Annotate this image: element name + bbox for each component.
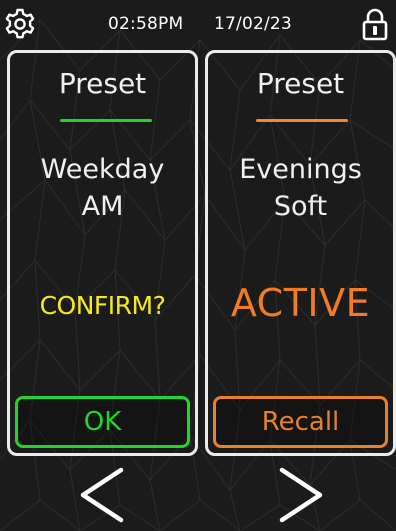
preset-name-line2: AM <box>81 191 124 222</box>
preset-panel-left: Preset Weekday AM CONFIRM? OK <box>7 50 198 456</box>
preset-title: Preset <box>58 67 147 100</box>
preset-name-line1: Weekday <box>40 154 165 185</box>
preset-name: Evenings Soft <box>208 151 393 225</box>
preset-name: Weekday AM <box>10 151 195 225</box>
chevron-left-icon[interactable] <box>75 466 131 524</box>
preset-title: Preset <box>256 67 345 100</box>
preset-name-line2: Soft <box>273 191 328 222</box>
gear-icon[interactable] <box>4 7 36 41</box>
chevron-right-icon[interactable] <box>272 466 328 524</box>
active-status: ACTIVE <box>230 281 371 325</box>
status-bar: 02:58PM 17/02/23 <box>0 0 396 48</box>
confirm-status: CONFIRM? <box>39 291 166 320</box>
recall-button[interactable]: Recall <box>213 396 388 448</box>
preset-name-line1: Evenings <box>239 154 362 185</box>
clock-date: 17/02/23 <box>214 14 292 34</box>
clock-time: 02:58PM <box>108 14 184 34</box>
accent-divider <box>256 119 348 122</box>
preset-panel-right: Preset Evenings Soft ACTIVE Recall <box>205 50 396 456</box>
lock-icon[interactable] <box>359 7 391 41</box>
ok-button[interactable]: OK <box>15 396 190 448</box>
accent-divider <box>60 119 152 122</box>
